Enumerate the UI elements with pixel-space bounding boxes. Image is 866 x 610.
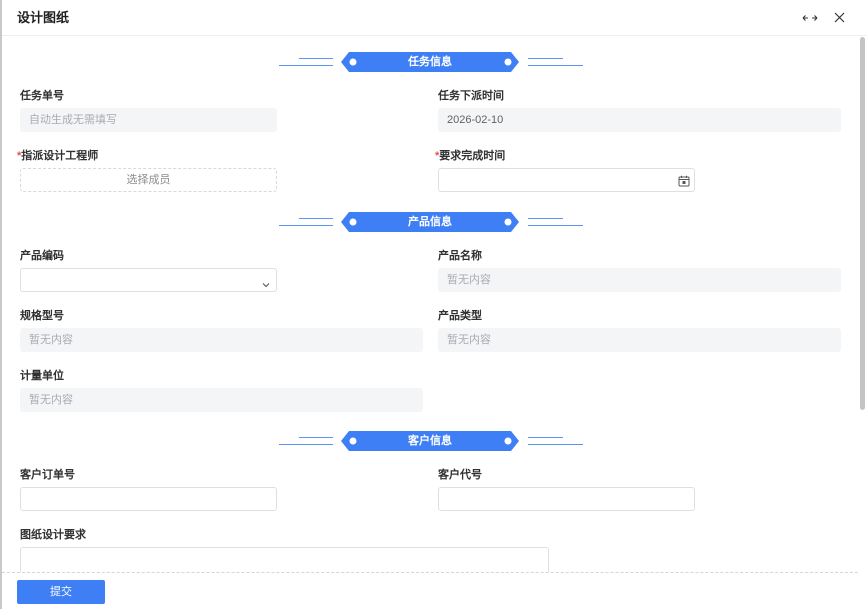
product-code-select[interactable] (20, 268, 277, 292)
due-time-picker[interactable] (438, 168, 695, 192)
dispatch-time-input (438, 108, 841, 132)
order-no-label: 客户订单号 (20, 469, 75, 481)
dialog-body[interactable]: 任务信息 任务单号 任务下派时间 *指派设计工程师 选择成员 *要求完成时间 (0, 0, 858, 572)
designer-label: *指派设计工程师 (17, 149, 98, 163)
due-time-label: *要求完成时间 (435, 149, 505, 163)
dialog-title: 设计图纸 (17, 10, 70, 25)
task-no-label: 任务单号 (20, 90, 64, 102)
spec-model-label: 规格型号 (20, 310, 64, 322)
calendar-icon[interactable] (678, 174, 690, 187)
customer-code-label: 客户代号 (438, 469, 482, 481)
product-type-label: 产品类型 (438, 310, 482, 322)
designer-label-text: 指派设计工程师 (21, 150, 99, 162)
drawing-requirements-label: 图纸设计要求 (20, 529, 86, 541)
section-header-customer-info: 客户信息 (279, 431, 583, 451)
chevron-down-icon[interactable] (261, 276, 271, 288)
section-title-product-info: 产品信息 (408, 216, 452, 228)
section-header-product-info: 产品信息 (279, 212, 583, 232)
select-member-button[interactable]: 选择成员 (20, 168, 277, 192)
dialog-header: 设计图纸 (2, 0, 866, 36)
unit-label: 计量单位 (20, 370, 64, 382)
task-no-input (20, 108, 277, 132)
dialog-left-edge (0, 0, 2, 609)
drawing-requirements-textarea[interactable] (20, 547, 549, 572)
product-code-label: 产品编码 (20, 250, 64, 262)
section-header-task-info: 任务信息 (279, 52, 583, 72)
section-title-customer-info: 客户信息 (408, 435, 452, 447)
order-no-input[interactable] (20, 487, 277, 511)
submit-button[interactable]: 提交 (17, 580, 105, 604)
section-title-task-info: 任务信息 (408, 56, 452, 68)
close-icon[interactable] (831, 10, 847, 24)
customer-code-input[interactable] (438, 487, 695, 511)
expand-horizontal-icon[interactable] (802, 11, 818, 25)
product-name-label: 产品名称 (438, 250, 482, 262)
due-time-label-text: 要求完成时间 (439, 150, 506, 162)
scrollbar-thumb[interactable] (860, 37, 865, 410)
spec-model-input (20, 328, 423, 352)
dispatch-time-label: 任务下派时间 (438, 90, 504, 102)
product-name-input (438, 268, 841, 292)
product-type-input (438, 328, 841, 352)
unit-input (20, 388, 423, 412)
due-time-input[interactable] (438, 168, 695, 192)
dialog-footer: 提交 (2, 572, 858, 610)
